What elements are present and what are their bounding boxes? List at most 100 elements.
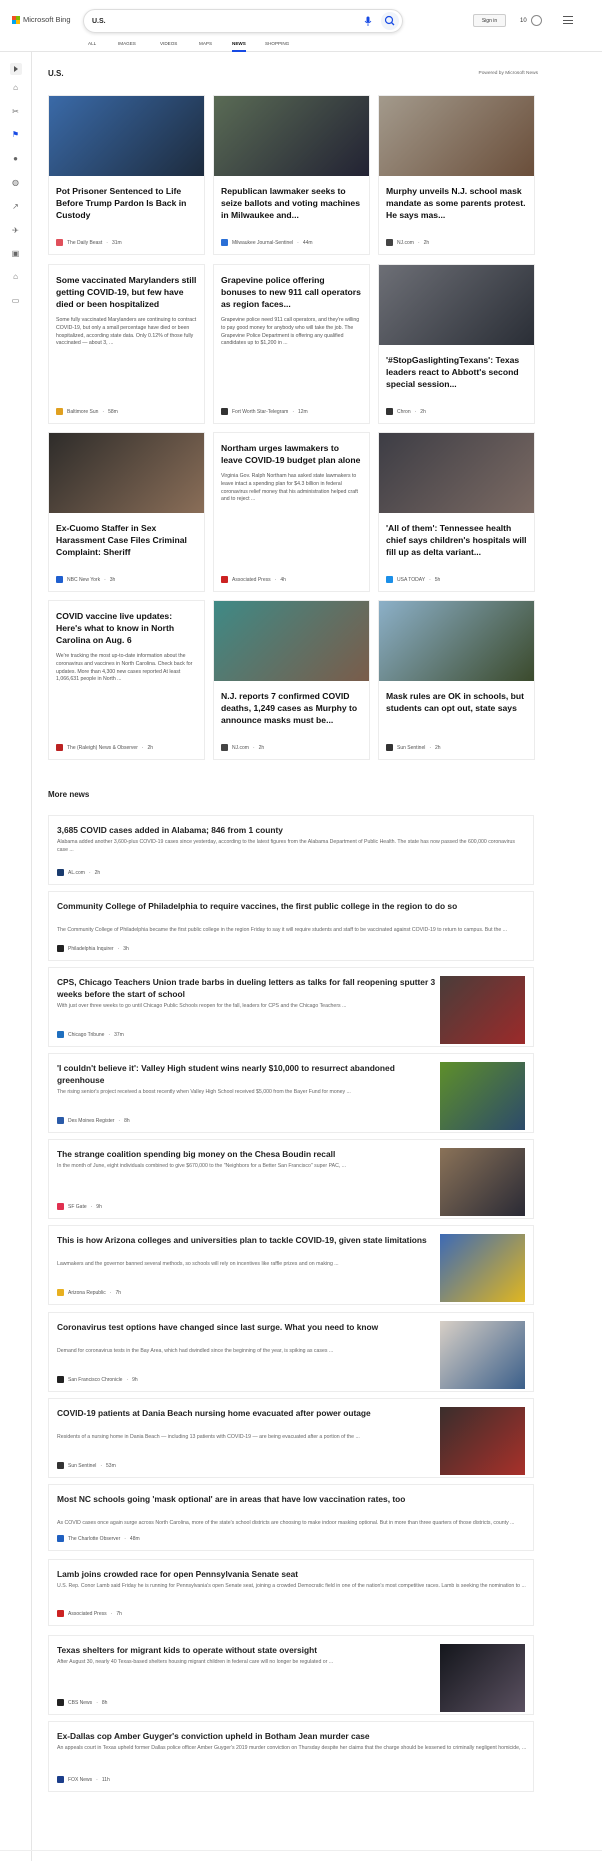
flag-icon[interactable]: ⚑ [11,130,20,139]
more-news-thumbnail[interactable] [440,1407,525,1475]
more-news-item[interactable]: 'I couldn't believe it': Valley High stu… [48,1053,534,1133]
tab-all[interactable]: ALL [88,41,96,46]
more-news-thumbnail[interactable] [440,1644,525,1712]
stocks-icon[interactable]: ↗ [11,202,20,211]
more-news-item[interactable]: Coronavirus test options have changed si… [48,1312,534,1392]
news-card-image[interactable] [214,601,369,681]
news-card-title[interactable]: Ex-Cuomo Staffer in Sex Harassment Case … [49,522,204,558]
more-news-title[interactable]: Coronavirus test options have changed si… [57,1321,437,1333]
news-card[interactable]: 'All of them': Tennessee health chief sa… [378,432,535,592]
news-source[interactable]: FOX News · 11h [57,1776,110,1783]
science-icon[interactable]: ✈ [11,226,20,235]
location-pin-icon[interactable]: ● [11,154,20,163]
news-card[interactable]: Some vaccinated Marylanders still gettin… [48,264,205,424]
hamburger-menu-icon[interactable] [563,16,573,24]
more-news-item[interactable]: Lamb joins crowded race for open Pennsyl… [48,1559,534,1626]
news-source[interactable]: The Charlotte Observer · 48m [57,1535,140,1542]
news-card-title[interactable]: '#StopGaslightingTexans': Texas leaders … [379,354,534,390]
news-source[interactable]: Associated Press · 7h [57,1610,122,1617]
news-card[interactable]: Grapevine police offering bonuses to new… [213,264,370,424]
bing-logo[interactable]: Microsoft Bing [12,15,71,24]
news-card-image[interactable] [214,96,369,176]
more-news-title[interactable]: Lamb joins crowded race for open Pennsyl… [57,1568,527,1580]
news-card[interactable]: COVID vaccine live updates: Here's what … [48,600,205,760]
news-card[interactable]: Pot Prisoner Sentenced to Life Before Tr… [48,95,205,255]
news-card-image[interactable] [379,96,534,176]
news-source[interactable]: Fort Worth Star-Telegram · 12m [221,408,308,415]
news-card[interactable]: Northam urges lawmakers to leave COVID-1… [213,432,370,592]
news-source[interactable]: USA TODAY · 5h [386,576,440,583]
more-news-item[interactable]: Community College of Philadelphia to req… [48,891,534,961]
news-card[interactable]: Ex-Cuomo Staffer in Sex Harassment Case … [48,432,205,592]
news-source[interactable]: The Daily Beast · 31m [56,239,122,246]
news-card-title[interactable]: 'All of them': Tennessee health chief sa… [379,522,534,558]
news-source[interactable]: Associated Press · 4h [221,576,286,583]
news-source[interactable]: Sun Sentinel · 2h [386,744,441,751]
search-input[interactable] [92,17,352,25]
more-news-title[interactable]: CPS, Chicago Teachers Union trade barbs … [57,976,437,1000]
more-news-title[interactable]: The strange coalition spending big money… [57,1148,437,1160]
news-card-title[interactable]: Grapevine police offering bonuses to new… [214,274,369,310]
more-news-thumbnail[interactable] [440,1321,525,1389]
news-source[interactable]: San Francisco Chronicle · 9h [57,1376,138,1383]
news-source[interactable]: Des Moines Register · 8h [57,1117,130,1124]
news-source[interactable]: SF Gate · 9h [57,1203,102,1210]
news-card-image[interactable] [49,433,204,513]
search-box[interactable] [83,9,403,33]
more-news-thumbnail[interactable] [440,976,525,1044]
tab-images[interactable]: IMAGES [118,41,136,46]
news-card-title[interactable]: Pot Prisoner Sentenced to Life Before Tr… [49,185,204,221]
government-icon[interactable]: ⌂ [11,272,20,281]
expand-icon[interactable] [10,63,22,75]
news-source[interactable]: NBC New York · 3h [56,576,115,583]
tab-news[interactable]: NEWS [232,41,246,52]
money-icon[interactable]: ▭ [11,296,20,305]
more-news-title[interactable]: 'I couldn't believe it': Valley High stu… [57,1062,437,1086]
sports-icon[interactable]: ✂ [11,107,20,116]
more-news-thumbnail[interactable] [440,1062,525,1130]
news-source[interactable]: Philadelphia Inquirer · 3h [57,945,129,952]
more-news-title[interactable]: Community College of Philadelphia to req… [57,900,527,912]
news-source[interactable]: Sun Sentinel · 53m [57,1462,116,1469]
tab-videos[interactable]: VIDEOS [160,41,177,46]
news-source[interactable]: Chron · 2h [386,408,426,415]
news-source[interactable]: Arizona Republic · 7h [57,1289,121,1296]
news-card[interactable]: Mask rules are OK in schools, but studen… [378,600,535,760]
more-news-title[interactable]: Most NC schools going 'mask optional' ar… [57,1493,527,1505]
news-card[interactable]: '#StopGaslightingTexans': Texas leaders … [378,264,535,424]
more-news-title[interactable]: COVID-19 patients at Dania Beach nursing… [57,1407,437,1419]
news-source[interactable]: Milwaukee Journal-Sentinel · 44m [221,239,313,246]
news-card[interactable]: Murphy unveils N.J. school mask mandate … [378,95,535,255]
news-card-image[interactable] [379,601,534,681]
more-news-item[interactable]: This is how Arizona colleges and univers… [48,1225,534,1305]
news-source[interactable]: NJ.com · 2h [221,744,264,751]
news-source[interactable]: NJ.com · 2h [386,239,429,246]
news-card-title[interactable]: Republican lawmaker seeks to seize ballo… [214,185,369,221]
news-card-image[interactable] [379,265,534,345]
news-card-image[interactable] [379,433,534,513]
news-card[interactable]: N.J. reports 7 confirmed COVID deaths, 1… [213,600,370,760]
news-source[interactable]: Baltimore Sun · 58m [56,408,118,415]
news-source[interactable]: AL.com · 2h [57,869,100,876]
more-news-item[interactable]: COVID-19 patients at Dania Beach nursing… [48,1398,534,1478]
news-card-title[interactable]: Murphy unveils N.J. school mask mandate … [379,185,534,221]
more-news-item[interactable]: Ex-Dallas cop Amber Guyger's conviction … [48,1721,534,1792]
more-news-thumbnail[interactable] [440,1148,525,1216]
news-card-image[interactable] [49,96,204,176]
news-card[interactable]: Republican lawmaker seeks to seize ballo… [213,95,370,255]
sign-in-button[interactable]: Sign in [473,14,506,27]
more-news-item[interactable]: Texas shelters for migrant kids to opera… [48,1635,534,1715]
more-news-title[interactable]: This is how Arizona colleges and univers… [57,1234,437,1246]
news-source[interactable]: Chicago Tribune · 37m [57,1031,124,1038]
more-news-item[interactable]: Most NC schools going 'mask optional' ar… [48,1484,534,1551]
news-card-title[interactable]: Mask rules are OK in schools, but studen… [379,690,534,714]
news-source[interactable]: The (Raleigh) News & Observer · 2h [56,744,153,751]
more-news-title[interactable]: 3,685 COVID cases added in Alabama; 846 … [57,824,527,836]
search-button[interactable] [381,12,399,30]
more-news-item[interactable]: CPS, Chicago Teachers Union trade barbs … [48,967,534,1047]
tab-shopping[interactable]: SHOPPING [265,41,289,46]
news-card-title[interactable]: COVID vaccine live updates: Here's what … [49,610,204,646]
more-news-title[interactable]: Ex-Dallas cop Amber Guyger's conviction … [57,1730,527,1742]
more-news-item[interactable]: 3,685 COVID cases added in Alabama; 846 … [48,815,534,885]
news-card-title[interactable]: Some vaccinated Marylanders still gettin… [49,274,204,310]
